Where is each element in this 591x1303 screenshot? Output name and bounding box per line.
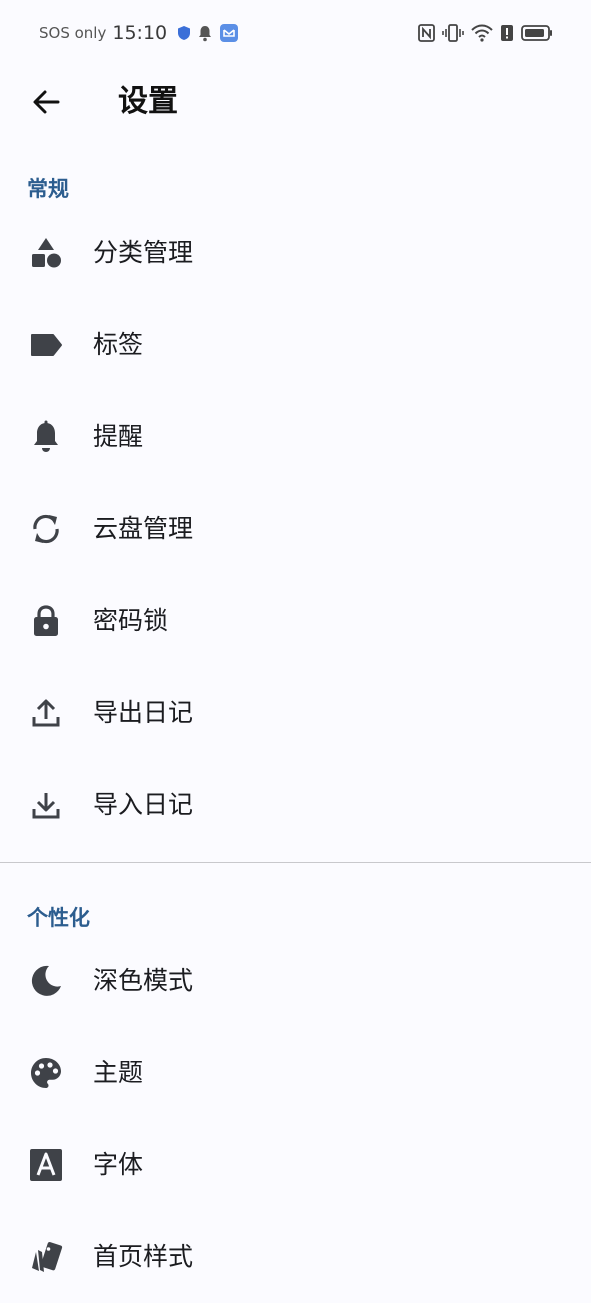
- alert-icon: [500, 24, 514, 42]
- settings-item-theme[interactable]: 主题: [0, 1027, 591, 1119]
- palette-icon: [28, 1055, 64, 1091]
- settings-item-label: 提醒: [93, 422, 144, 451]
- status-left: SOS only 15:10: [39, 20, 239, 46]
- dark-mode-moon-icon: [28, 963, 64, 999]
- vibrate-icon: [442, 24, 464, 42]
- font-a-icon: [28, 1147, 64, 1183]
- bell-icon: [197, 24, 213, 42]
- settings-item-lock[interactable]: 密码锁: [0, 575, 591, 667]
- style-cards-icon: [28, 1239, 64, 1275]
- app-notification-icon: [219, 23, 239, 43]
- settings-item-dark-mode[interactable]: 深色模式: [0, 935, 591, 1027]
- settings-item-label: 导入日记: [93, 790, 194, 819]
- section-header-personalization: 个性化: [27, 906, 90, 930]
- download-icon: [28, 787, 64, 823]
- app-bar: 设置: [0, 66, 591, 140]
- shield-icon: [177, 25, 191, 41]
- battery-icon: [521, 24, 553, 42]
- settings-item-label: 密码锁: [93, 606, 169, 635]
- category-icon: [28, 235, 64, 271]
- section-divider: [0, 862, 591, 863]
- status-bar: SOS only 15:10: [0, 0, 591, 66]
- clock-text: 15:10: [112, 22, 168, 44]
- wifi-icon: [471, 24, 493, 42]
- settings-item-label: 深色模式: [93, 966, 194, 995]
- section-header-general: 常规: [27, 177, 69, 201]
- lock-icon: [28, 603, 64, 639]
- settings-item-import[interactable]: 导入日记: [0, 759, 591, 851]
- settings-item-label: 主题: [93, 1058, 144, 1087]
- settings-item-label: 标签: [93, 330, 144, 359]
- settings-item-label: 导出日记: [93, 698, 194, 727]
- nfc-icon: [418, 24, 435, 42]
- settings-item-reminder[interactable]: 提醒: [0, 391, 591, 483]
- upload-icon: [28, 695, 64, 731]
- settings-item-cloud[interactable]: 云盘管理: [0, 483, 591, 575]
- back-button[interactable]: [22, 78, 70, 126]
- label-tag-icon: [28, 327, 64, 363]
- carrier-text: SOS only: [39, 24, 107, 42]
- settings-item-label: 云盘管理: [93, 514, 194, 543]
- settings-item-home-style[interactable]: 首页样式: [0, 1211, 591, 1303]
- status-right: [418, 20, 553, 46]
- settings-item-font[interactable]: 字体: [0, 1119, 591, 1211]
- sync-icon: [28, 511, 64, 547]
- settings-item-label: 首页样式: [93, 1242, 194, 1271]
- settings-item-tags[interactable]: 标签: [0, 299, 591, 391]
- arrow-back-icon: [33, 90, 60, 114]
- settings-item-category[interactable]: 分类管理: [0, 207, 591, 299]
- bell-icon: [28, 419, 64, 455]
- settings-item-export[interactable]: 导出日记: [0, 667, 591, 759]
- settings-item-label: 字体: [93, 1150, 144, 1179]
- settings-item-label: 分类管理: [93, 238, 194, 267]
- page-title: 设置: [118, 84, 178, 119]
